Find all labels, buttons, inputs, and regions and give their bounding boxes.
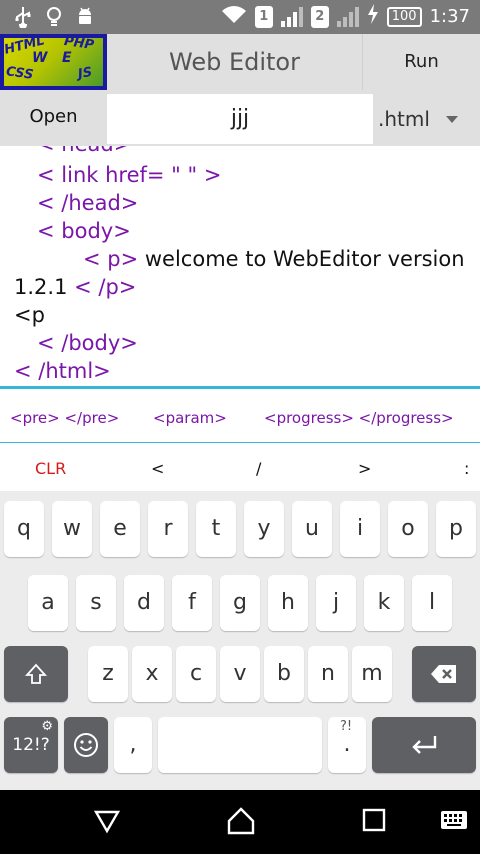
clock: 1:37 [429, 6, 470, 27]
key-q[interactable]: q [4, 501, 44, 557]
lightbulb-icon [46, 6, 62, 34]
status-bar: 1 2 100 1:37 [0, 0, 480, 34]
app-logo: HTML PHP W E CSS JS [0, 34, 107, 90]
key-u[interactable]: u [292, 501, 332, 557]
open-button[interactable]: Open [0, 90, 107, 146]
key-d[interactable]: d [124, 575, 164, 631]
back-icon[interactable] [93, 808, 121, 838]
code-line: < /head> [37, 191, 139, 215]
signal1-icon [280, 6, 303, 27]
enter-icon [412, 736, 437, 754]
title-bar: HTML PHP W E CSS JS Web Editor Run [0, 34, 480, 90]
enter-key[interactable] [372, 717, 476, 773]
file-bar: Open jjj .html [0, 90, 480, 146]
code-line: < body> [37, 219, 131, 243]
snippet-bar: <pre> </pre> <param> <progress> </progre… [0, 389, 480, 442]
android-icon [76, 6, 94, 34]
snippet-progress[interactable]: <progress> </progress> [264, 409, 454, 427]
emoji-key[interactable] [64, 717, 108, 773]
period-hint: ?! [340, 719, 353, 734]
key-b[interactable]: b [264, 646, 304, 702]
sim1-badge: 1 [254, 5, 273, 28]
symbol-lt-button[interactable]: < [151, 459, 164, 478]
key-y[interactable]: y [244, 501, 284, 557]
filename-input[interactable]: jjj [107, 94, 373, 144]
key-w[interactable]: w [52, 501, 92, 557]
numeric-key[interactable]: 12!? ⚙ [4, 717, 58, 773]
run-button[interactable]: Run [362, 34, 480, 90]
key-f[interactable]: f [172, 575, 212, 631]
snippet-pre[interactable]: <pre> </pre> [10, 409, 119, 427]
status-right-icons: 1 2 100 1:37 [221, 4, 470, 29]
extension-select[interactable]: .html [376, 90, 480, 146]
emoji-icon [74, 733, 98, 757]
code-line: < head> [37, 146, 131, 156]
key-x[interactable]: x [132, 646, 172, 702]
comma-key[interactable]: , [114, 717, 152, 773]
key-h[interactable]: h [268, 575, 308, 631]
shift-key[interactable] [4, 646, 68, 702]
clr-button[interactable]: CLR [35, 459, 66, 478]
key-o[interactable]: o [388, 501, 428, 557]
usb-icon [14, 6, 32, 34]
extension-value: .html [378, 107, 430, 131]
dropdown-arrow-icon [446, 116, 458, 123]
key-p[interactable]: p [436, 501, 476, 557]
key-i[interactable]: i [340, 501, 380, 557]
code-line: <p [14, 303, 45, 327]
key-m[interactable]: m [352, 646, 392, 702]
key-e[interactable]: e [100, 501, 140, 557]
key-z[interactable]: z [88, 646, 128, 702]
symbol-gt-button[interactable]: > [358, 459, 371, 478]
code-line: < p> welcome to WebEditor version [83, 247, 465, 271]
key-t[interactable]: t [196, 501, 236, 557]
symbol-colon-button[interactable]: : [464, 459, 469, 478]
key-g[interactable]: g [220, 575, 260, 631]
backspace-icon [431, 665, 456, 683]
key-v[interactable]: v [220, 646, 260, 702]
sim2-badge: 2 [310, 5, 329, 28]
home-icon[interactable] [226, 806, 256, 840]
key-a[interactable]: a [28, 575, 68, 631]
code-line: < /body> [37, 331, 138, 355]
key-r[interactable]: r [148, 501, 188, 557]
code-line: < /html> [14, 359, 111, 383]
key-c[interactable]: c [176, 646, 216, 702]
code-line: 1.2.1 < /p> [14, 275, 137, 299]
keyboard-switch-icon[interactable] [440, 810, 468, 836]
symbol-bar: CLR < / > : [0, 443, 480, 491]
period-key[interactable]: . ?! [328, 717, 366, 773]
shift-icon [24, 663, 48, 684]
key-s[interactable]: s [76, 575, 116, 631]
logo-word: JS [76, 64, 94, 83]
recents-icon[interactable] [362, 808, 386, 836]
space-key[interactable] [158, 717, 322, 773]
code-line: < link href= " " > [37, 163, 222, 187]
soft-keyboard: q w e r t y u i o p a s d f g h j k l z … [0, 491, 480, 790]
logo-word: E [62, 50, 72, 66]
app-title: Web Editor [169, 48, 300, 76]
key-n[interactable]: n [308, 646, 348, 702]
symbol-slash-button[interactable]: / [256, 459, 261, 478]
snippet-param[interactable]: <param> [153, 409, 227, 427]
wifi-icon [221, 4, 247, 29]
signal2-icon [336, 6, 359, 27]
logo-word: W [32, 50, 48, 66]
navigation-bar [0, 790, 480, 854]
backspace-key[interactable] [412, 646, 476, 702]
battery-level: 100 [386, 6, 422, 27]
key-l[interactable]: l [412, 575, 452, 631]
code-editor[interactable]: < head> < link href= " " > < /head> < bo… [0, 146, 480, 386]
charging-icon [367, 4, 379, 29]
status-left-icons [14, 6, 94, 34]
key-k[interactable]: k [364, 575, 404, 631]
gear-icon: ⚙ [41, 719, 53, 734]
key-j[interactable]: j [316, 575, 356, 631]
